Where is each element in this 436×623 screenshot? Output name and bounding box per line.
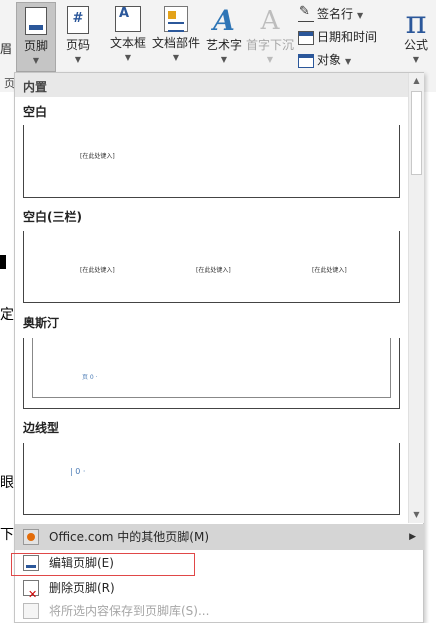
object-icon bbox=[298, 53, 314, 68]
footer-label: 页脚 bbox=[23, 39, 48, 53]
drop-cap-label: 首字下沉 bbox=[246, 38, 295, 52]
chevron-down-icon: ▼ bbox=[266, 55, 274, 64]
wordart-label: 艺术字 bbox=[205, 38, 242, 52]
gallery-item-title: 奥斯汀 bbox=[23, 316, 60, 330]
signature-label: 签名行 bbox=[317, 7, 354, 21]
gallery-section-header: 内置 bbox=[15, 73, 408, 97]
submenu-arrow-icon: ▶ bbox=[409, 532, 416, 542]
chevron-down-icon: ▼ bbox=[124, 53, 132, 62]
remove-footer-label: 删除页脚(R) bbox=[49, 581, 115, 595]
object-label: 对象 bbox=[317, 53, 342, 67]
placeholder-text: [在此处键入] bbox=[80, 267, 115, 274]
gallery-item-title: 空白 bbox=[23, 105, 48, 119]
more-footers-label: Office.com 中的其他页脚(M) bbox=[49, 530, 210, 544]
remove-footer-icon bbox=[23, 580, 39, 608]
footer-gallery: 内置 空白 [在此处键入] 空白(三栏) [在此处键入] [在此处键入] [在此… bbox=[15, 73, 408, 523]
gallery-item-title: 空白(三栏) bbox=[23, 210, 82, 224]
object-button[interactable]: 对象 ▼ bbox=[298, 51, 351, 71]
scrollbar-thumb[interactable] bbox=[411, 91, 422, 175]
signature-line-button[interactable]: 签名行▼ bbox=[298, 4, 364, 25]
chevron-down-icon: ▼ bbox=[172, 53, 180, 62]
chevron-down-icon: ▼ bbox=[345, 57, 352, 66]
document-parts-button[interactable]: 文档部件 ▼ bbox=[150, 2, 202, 72]
drop-cap-icon: A bbox=[260, 6, 280, 36]
chevron-down-icon: ▼ bbox=[220, 55, 228, 64]
footer-icon bbox=[25, 7, 47, 35]
gallery-item-austin[interactable]: 页 0 · bbox=[23, 338, 400, 409]
gallery-item-blank-three-column[interactable]: [在此处键入] [在此处键入] [在此处键入] bbox=[23, 231, 400, 303]
gallery-scrollbar[interactable]: ▲ ▼ bbox=[408, 73, 424, 523]
save-to-gallery-icon bbox=[23, 603, 39, 619]
signature-icon bbox=[298, 4, 314, 22]
wordart-icon: A bbox=[213, 4, 235, 37]
page-number-button[interactable]: # 页码 ▼ bbox=[60, 2, 96, 72]
gallery-item-sideline[interactable]: | 0 · bbox=[23, 443, 400, 515]
austin-frame bbox=[32, 338, 391, 398]
placeholder-text: [在此处键入] bbox=[312, 267, 347, 274]
scroll-down-icon[interactable]: ▼ bbox=[409, 507, 424, 523]
scroll-up-icon[interactable]: ▲ bbox=[409, 73, 424, 89]
more-footers-office-com[interactable]: Office.com 中的其他页脚(M) ▶ bbox=[15, 524, 424, 550]
wordart-button[interactable]: A 艺术字 ▼ bbox=[204, 2, 244, 72]
chevron-down-icon: ▼ bbox=[357, 11, 364, 20]
placeholder-text: [在此处键入] bbox=[196, 267, 231, 274]
office-com-icon bbox=[23, 529, 39, 545]
textbox-icon: A bbox=[115, 6, 141, 32]
page-number-icon: # bbox=[67, 6, 89, 34]
document-text: 眼 bbox=[0, 475, 14, 491]
equation-button[interactable]: π 公式 ▼ bbox=[398, 2, 434, 72]
document-bullet bbox=[0, 255, 6, 269]
gallery-item-blank[interactable]: [在此处键入] bbox=[23, 125, 400, 198]
gallery-item-title: 边线型 bbox=[23, 421, 60, 435]
pi-icon: π bbox=[405, 3, 427, 41]
chevron-down-icon: ▼ bbox=[32, 56, 40, 65]
page-number-placeholder: 页 0 · bbox=[82, 374, 98, 381]
save-selection-label: 将所选内容保存到页脚库(S)... bbox=[49, 604, 210, 618]
footer-gallery-menu: 内置 空白 [在此处键入] 空白(三栏) [在此处键入] [在此处键入] [在此… bbox=[14, 72, 424, 623]
textbox-button[interactable]: A 文本框 ▼ bbox=[108, 2, 148, 72]
document-parts-label: 文档部件 bbox=[151, 36, 200, 50]
calendar-icon bbox=[298, 30, 314, 45]
annotation-highlight bbox=[11, 553, 195, 576]
chevron-down-icon: ▼ bbox=[412, 55, 420, 64]
save-selection-to-footer-gallery[interactable]: 将所选内容保存到页脚库(S)... bbox=[15, 598, 424, 623]
document-text: 下 bbox=[0, 527, 14, 543]
placeholder-text: [在此处键入] bbox=[80, 153, 115, 160]
textbox-label: 文本框 bbox=[109, 36, 146, 50]
drop-cap-button[interactable]: A 首字下沉 ▼ bbox=[246, 2, 294, 72]
date-time-label: 日期和时间 bbox=[317, 30, 378, 44]
date-time-button[interactable]: 日期和时间 bbox=[298, 28, 377, 48]
document-text: 定 bbox=[0, 307, 14, 323]
page-number-placeholder: | 0 · bbox=[70, 467, 86, 476]
chevron-down-icon: ▼ bbox=[74, 55, 82, 64]
page-number-label: 页码 bbox=[65, 38, 90, 52]
footer-button[interactable]: 页脚 ▼ bbox=[16, 2, 56, 72]
header-label: 眉 bbox=[0, 42, 13, 56]
document-parts-icon bbox=[164, 6, 188, 32]
